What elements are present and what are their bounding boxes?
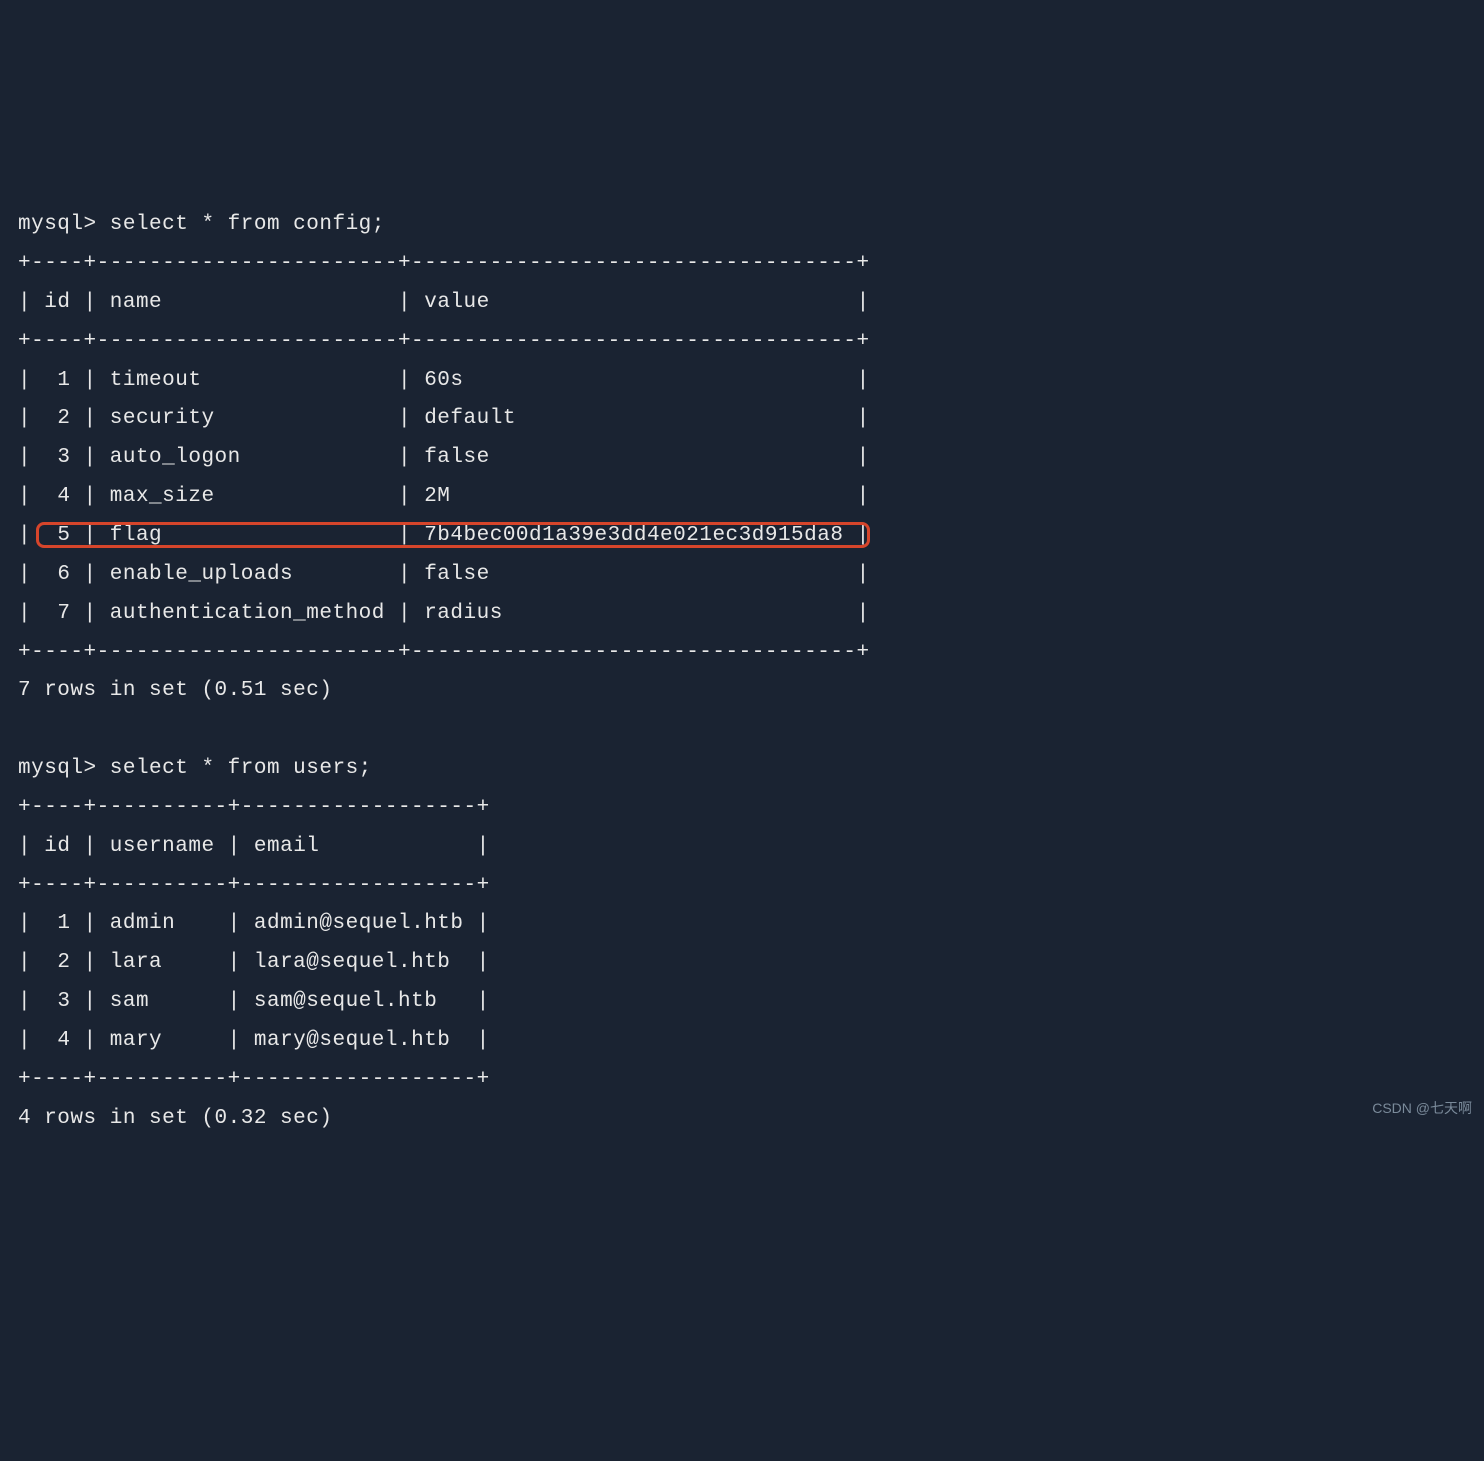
- cell-email: sam@sequel.htb: [254, 990, 437, 1013]
- col-header-id: id: [44, 835, 70, 858]
- cell-username: admin: [110, 912, 176, 935]
- col-header-name: name: [110, 291, 162, 314]
- table-1-row: | 4 | max_size | 2M |: [18, 485, 870, 508]
- cell-id: 3: [57, 446, 70, 469]
- table-1-border-mid: +----+-----------------------+----------…: [18, 330, 870, 353]
- cell-name: auto_logon: [110, 446, 241, 469]
- table-2-border-mid: +----+----------+------------------+: [18, 874, 490, 897]
- mysql-prompt: mysql>: [18, 757, 97, 780]
- cell-id: 1: [57, 369, 70, 392]
- table-1-border-bottom: +----+-----------------------+----------…: [18, 641, 870, 664]
- cell-value: false: [424, 446, 490, 469]
- cell-email: admin@sequel.htb: [254, 912, 464, 935]
- table-2-row: | 3 | sam | sam@sequel.htb |: [18, 990, 490, 1013]
- col-header-value: value: [424, 291, 490, 314]
- table-1-row: | 6 | enable_uploads | false |: [18, 563, 870, 586]
- prompt-line-1[interactable]: mysql> select * from config;: [18, 213, 385, 236]
- cell-value: 60s: [424, 369, 463, 392]
- table-2-row: | 1 | admin | admin@sequel.htb |: [18, 912, 490, 935]
- cell-id: 4: [57, 1029, 70, 1052]
- cell-id: 7: [57, 602, 70, 625]
- cell-name: security: [110, 407, 215, 430]
- mysql-prompt: mysql>: [18, 213, 97, 236]
- cell-value: 2M: [424, 485, 450, 508]
- col-header-email: email: [254, 835, 320, 858]
- cell-id: 2: [57, 951, 70, 974]
- cell-name: max_size: [110, 485, 215, 508]
- cell-id: 4: [57, 485, 70, 508]
- cell-name: enable_uploads: [110, 563, 293, 586]
- cell-id: 6: [57, 563, 70, 586]
- table-2-border-top: +----+----------+------------------+: [18, 796, 490, 819]
- cell-email: lara@sequel.htb: [254, 951, 451, 974]
- cell-id: 1: [57, 912, 70, 935]
- query-1-footer: 7 rows in set (0.51 sec): [18, 679, 332, 702]
- watermark: CSDN @七天啊: [1372, 1096, 1472, 1122]
- cell-username: mary: [110, 1029, 162, 1052]
- cell-value: false: [424, 563, 490, 586]
- cell-value: default: [424, 407, 516, 430]
- table-1-row: | 1 | timeout | 60s |: [18, 369, 870, 392]
- query-2-command: select * from users;: [110, 757, 372, 780]
- col-header-id: id: [44, 291, 70, 314]
- table-2-header-row: | id | username | email |: [18, 835, 490, 858]
- cell-name: flag: [110, 524, 162, 547]
- table-1-header-row: | id | name | value |: [18, 291, 870, 314]
- table-2-border-bottom: +----+----------+------------------+: [18, 1068, 490, 1091]
- prompt-line-2[interactable]: mysql> select * from users;: [18, 757, 372, 780]
- query-2-footer: 4 rows in set (0.32 sec): [18, 1107, 332, 1130]
- table-1-row: | 7 | authentication_method | radius |: [18, 602, 870, 625]
- table-1-row-highlighted: | 5 | flag | 7b4bec00d1a39e3dd4e021ec3d9…: [18, 524, 870, 547]
- cell-username: lara: [110, 951, 162, 974]
- cell-id: 5: [57, 524, 70, 547]
- query-1-command: select * from config;: [110, 213, 385, 236]
- terminal-output: mysql> select * from config; +----+-----…: [18, 167, 1466, 1177]
- col-header-username: username: [110, 835, 215, 858]
- table-2-row: | 4 | mary | mary@sequel.htb |: [18, 1029, 490, 1052]
- cell-username: sam: [110, 990, 149, 1013]
- table-1-row: | 3 | auto_logon | false |: [18, 446, 870, 469]
- cell-name: authentication_method: [110, 602, 385, 625]
- table-2-row: | 2 | lara | lara@sequel.htb |: [18, 951, 490, 974]
- cell-email: mary@sequel.htb: [254, 1029, 451, 1052]
- cell-value: 7b4bec00d1a39e3dd4e021ec3d915da8: [424, 524, 843, 547]
- table-1-row: | 2 | security | default |: [18, 407, 870, 430]
- cell-name: timeout: [110, 369, 202, 392]
- cell-id: 2: [57, 407, 70, 430]
- table-1-border-top: +----+-----------------------+----------…: [18, 252, 870, 275]
- cell-id: 3: [57, 990, 70, 1013]
- cell-value: radius: [424, 602, 503, 625]
